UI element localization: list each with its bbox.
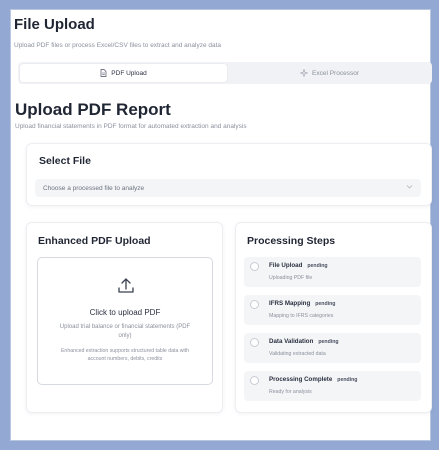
step-description: Uploading PDF file (269, 275, 313, 281)
step-description: Ready for analysis (269, 389, 312, 395)
upload-icon (116, 276, 136, 301)
step-status-icon (250, 262, 259, 271)
tab-excel-processor[interactable]: Excel Processor (229, 64, 430, 82)
processing-steps-card: Processing Steps File Upload pending Uplo… (235, 222, 432, 413)
upload-prompt: Click to upload PDF (89, 308, 161, 317)
tab-bar: PDF Upload Excel Processor (18, 62, 432, 84)
upload-help: Upload trial balance or financial statem… (59, 324, 191, 339)
section-title: Upload PDF Report (15, 100, 171, 119)
step-ifrs-mapping: IFRS Mapping pending Mapping to IFRS cate… (244, 295, 421, 325)
step-status-badge: pending (307, 263, 328, 269)
step-file-upload: File Upload pending Uploading PDF file (244, 257, 421, 287)
upload-note: Enhanced extraction supports structured … (60, 348, 190, 362)
section-subtitle: Upload financial statements in PDF forma… (15, 123, 247, 130)
step-status-icon (250, 338, 259, 347)
page-title: File Upload (14, 16, 95, 33)
step-status-icon (250, 376, 259, 385)
file-select-placeholder: Choose a processed file to analyze (43, 184, 145, 192)
tab-pdf-upload[interactable]: PDF Upload (20, 64, 227, 82)
step-label: File Upload (269, 262, 303, 269)
steps-title: Processing Steps (247, 235, 336, 247)
step-status-badge: pending (337, 377, 358, 383)
tab-excel-processor-label: Excel Processor (312, 69, 359, 77)
chevron-down-icon (406, 184, 413, 192)
step-status-badge: pending (315, 301, 336, 307)
select-file-title: Select File (39, 155, 91, 167)
select-file-card: Select File Choose a processed file to a… (26, 143, 432, 206)
step-label: IFRS Mapping (269, 300, 311, 307)
step-description: Mapping to IFRS categories (269, 313, 334, 319)
file-icon (100, 69, 107, 77)
pdf-upload-card: Enhanced PDF Upload Click to upload PDF … (26, 222, 223, 413)
file-select[interactable]: Choose a processed file to analyze (35, 179, 421, 197)
step-processing-complete: Processing Complete pending Ready for ana… (244, 371, 421, 401)
page-subtitle: Upload PDF files or process Excel/CSV fi… (14, 42, 222, 49)
step-status-icon (250, 300, 259, 309)
sparkle-icon (300, 69, 309, 77)
pdf-dropzone[interactable]: Click to upload PDF Upload trial balance… (37, 257, 213, 385)
upload-card-title: Enhanced PDF Upload (38, 235, 151, 247)
step-label: Processing Complete (269, 376, 333, 383)
step-label: Data Validation (269, 338, 314, 345)
step-status-badge: pending (318, 339, 339, 345)
step-description: Validating extracted data (269, 351, 326, 357)
tab-pdf-upload-label: PDF Upload (111, 69, 147, 77)
step-data-validation: Data Validation pending Validating extrac… (244, 333, 421, 363)
